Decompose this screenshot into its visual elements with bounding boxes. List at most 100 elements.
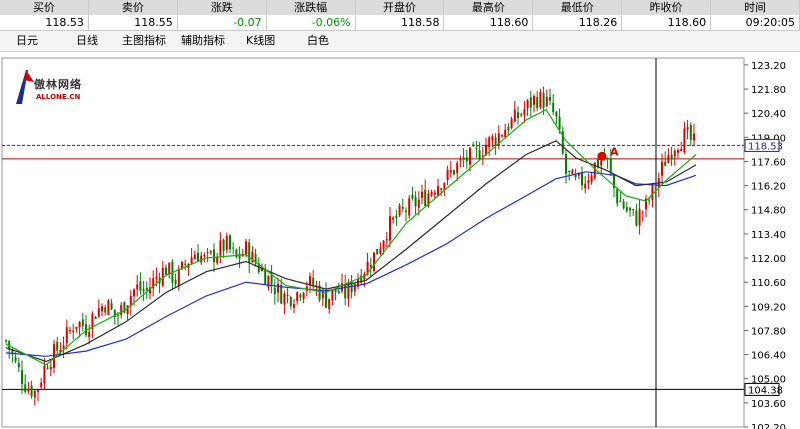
candle-body [270, 274, 273, 285]
candle-body [331, 289, 334, 301]
candle-body [661, 161, 663, 176]
toolbar-aux-indicator[interactable]: 辅助指标 [181, 34, 225, 48]
y-tick-label-12: 106.40 [751, 351, 786, 362]
candle-body [379, 248, 382, 254]
candle-body [542, 93, 545, 108]
candle-body [24, 384, 27, 392]
candle-body [120, 304, 123, 315]
price-chart[interactable]: 123.20121.80120.40119.00117.60116.20114.… [0, 56, 800, 429]
signal-marker-label: A [610, 145, 619, 158]
candle-body [133, 289, 135, 297]
candle-body [69, 330, 71, 332]
candle-body [632, 209, 635, 211]
candle-body [565, 153, 567, 174]
quote-value-open: 118.58 [356, 15, 445, 30]
candle-body [491, 136, 494, 141]
candle-body [136, 284, 139, 290]
candle-body [177, 268, 180, 287]
candle-body [184, 263, 187, 265]
candle-body [414, 197, 417, 207]
candle-body [526, 100, 529, 109]
candle-body [408, 198, 411, 216]
candle-body [488, 137, 491, 148]
candle-body [222, 239, 225, 251]
candle-body [225, 235, 228, 251]
candle-body [139, 281, 142, 291]
quote-value-bid: 118.53 [0, 15, 89, 30]
candle-body [619, 200, 622, 202]
quote-value-ask: 118.55 [89, 15, 178, 30]
candle-body [622, 201, 625, 209]
candle-body [405, 210, 407, 213]
candle-body [693, 133, 695, 141]
quote-header-change: 涨跌 [178, 0, 267, 15]
candle-body [673, 150, 676, 157]
toolbar-main-indicator[interactable]: 主图指标 [122, 34, 166, 48]
candle-body [459, 159, 462, 161]
candle-body [504, 129, 507, 137]
candle-body [494, 137, 497, 146]
candle-body [501, 135, 503, 137]
candle-body [533, 96, 535, 105]
y-tick-label-4: 117.60 [751, 157, 786, 168]
candle-body [155, 276, 158, 279]
candle-body [206, 251, 209, 253]
candle-body [277, 283, 279, 293]
candle-body [373, 252, 375, 271]
quote-value-change: -0.07 [178, 15, 267, 30]
candle-body [88, 331, 91, 338]
candle-body [539, 91, 542, 108]
candle-body [219, 240, 222, 256]
candle-body [651, 185, 654, 200]
candle-body [549, 96, 551, 101]
candle-body [462, 157, 465, 160]
candle-body [286, 295, 289, 297]
candle-body [520, 114, 523, 116]
candle-body [197, 252, 199, 261]
y-tick-label-11: 107.80 [751, 326, 786, 337]
candle-body [677, 149, 679, 153]
candle-body [97, 308, 100, 317]
candle-body [94, 316, 97, 319]
toolbar-currency[interactable]: 日元 [16, 34, 38, 48]
candle-body [689, 124, 692, 140]
candle-body [456, 162, 459, 174]
candle-body [382, 240, 385, 249]
site-logo: 傲林网络 ALLONE.CN [12, 66, 104, 110]
candle-body [245, 241, 247, 255]
quote-header-ask: 卖价 [89, 0, 178, 15]
toolbar-chart-type[interactable]: K线图 [246, 34, 275, 48]
quote-header-time: 时间 [711, 0, 800, 15]
candle-body [213, 249, 215, 263]
candle-body [101, 306, 103, 312]
toolbar-period[interactable]: 日线 [76, 34, 98, 48]
candle-body [168, 262, 171, 275]
candle-body [49, 366, 52, 370]
candle-body [552, 102, 555, 113]
candle-body [299, 294, 302, 298]
candle-body [37, 389, 39, 392]
quote-header-open: 开盘价 [356, 0, 445, 15]
candle-body [75, 326, 78, 329]
candle-body [17, 363, 20, 368]
low-price-label: 104.38 [748, 385, 783, 396]
logo-en-text: ALLONE.CN [36, 93, 81, 101]
candle-body [555, 111, 558, 117]
toolbar-theme[interactable]: 白色 [307, 34, 329, 48]
candle-body [30, 385, 33, 397]
candle-body [200, 255, 203, 263]
candle-body [513, 109, 516, 122]
quote-panel: 买价 卖价 涨跌 涨跌幅 开盘价 最高价 最低价 昨收价 时间 118.53 1… [0, 0, 800, 31]
candle-body [558, 116, 561, 130]
candle-body [667, 155, 670, 163]
candle-body [600, 160, 603, 166]
candle-body [433, 192, 436, 195]
candle-body [65, 327, 68, 343]
candle-body [33, 390, 36, 398]
candle-body [683, 128, 686, 153]
current-price-label: 118.53 [748, 141, 783, 152]
candle-body [341, 283, 343, 292]
candle-body [107, 300, 110, 316]
candle-body [670, 154, 673, 160]
quote-value-low: 118.26 [533, 15, 623, 30]
